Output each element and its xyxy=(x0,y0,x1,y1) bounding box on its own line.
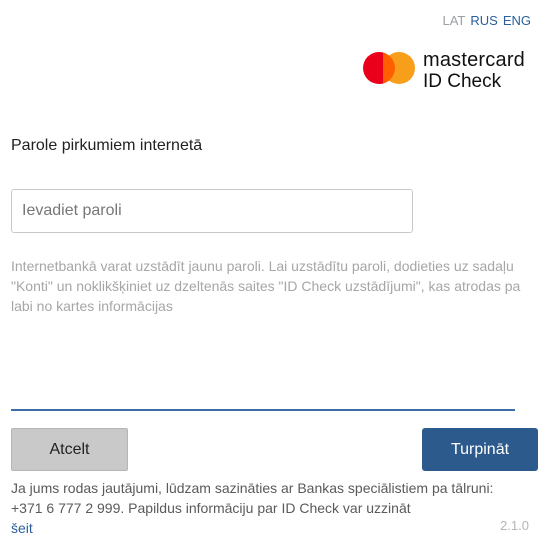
info-text: Internetbankā varat uzstādīt jaunu parol… xyxy=(11,258,521,314)
password-input[interactable] xyxy=(11,189,413,233)
mastercard-id-check-brand: mastercard ID Check xyxy=(362,49,525,92)
mastercard-logo-icon xyxy=(362,52,415,84)
lang-rus[interactable]: RUS xyxy=(470,13,497,28)
footer-help: Ja jums rodas jautājumi, lūdzam sazināti… xyxy=(11,478,511,538)
brand-name: mastercard xyxy=(422,49,525,71)
page-title: Parole pirkumiem internetā xyxy=(11,137,203,154)
lang-lat[interactable]: LAT xyxy=(442,13,465,28)
continue-button[interactable]: Turpināt xyxy=(422,428,538,471)
footer-text: Ja jums rodas jautājumi, lūdzam sazināti… xyxy=(11,480,494,516)
cancel-button[interactable]: Atcelt xyxy=(11,428,128,471)
divider xyxy=(11,409,515,411)
lang-eng[interactable]: ENG xyxy=(503,13,531,28)
language-switcher: LAT RUS ENG xyxy=(442,13,531,28)
brand-product: ID Check xyxy=(422,71,502,92)
version-label: 2.1.0 xyxy=(500,518,529,533)
